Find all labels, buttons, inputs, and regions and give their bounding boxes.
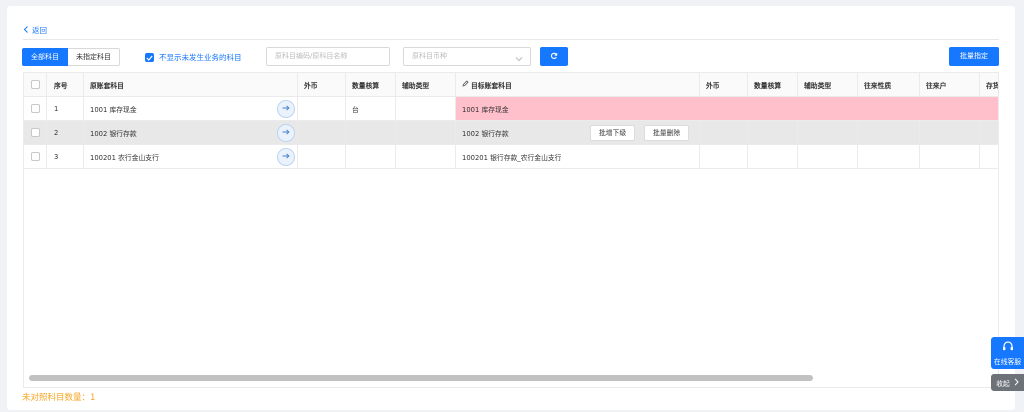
row-aux2	[798, 121, 858, 144]
table-row[interactable]: 3 100201 农行金山支行 100201 银行存款_农行金山支行	[24, 145, 998, 169]
chevron-down-icon	[515, 52, 523, 69]
online-service-button[interactable]: 在线客服	[991, 337, 1024, 369]
header-party: 往来户	[920, 73, 980, 96]
account-filter-tabs: 全部科目 未指定科目	[22, 48, 120, 66]
row-qty: 台	[346, 97, 396, 120]
row-qty	[346, 145, 396, 168]
main-card: 返回 全部科目 未指定科目 不显示未发生业务的科目 原科目编码/原科目名称 原科…	[7, 6, 1015, 410]
row-aux	[396, 97, 456, 120]
table-row[interactable]: 1 1001 库存现金 台 1001 库存现金	[24, 97, 998, 121]
header-nature: 往来性质	[858, 73, 920, 96]
headset-icon	[1002, 340, 1014, 354]
row-aux	[396, 145, 456, 168]
chevron-left-icon	[23, 26, 29, 35]
refresh-button[interactable]	[540, 47, 568, 66]
header-select-all[interactable]	[24, 73, 47, 96]
row-party	[920, 145, 980, 168]
map-arrow-button[interactable]	[277, 124, 295, 142]
map-arrow-button[interactable]	[277, 148, 295, 166]
row-target-account[interactable]: 1001 库存现金	[456, 97, 998, 120]
arrow-right-icon	[282, 105, 290, 113]
row-aux2	[798, 145, 858, 168]
header-stock: 存货	[986, 81, 999, 90]
checkbox-icon[interactable]	[31, 128, 40, 137]
back-label: 返回	[32, 26, 47, 35]
row-seq: 3	[47, 145, 84, 168]
currency-placeholder: 原科目币种	[412, 52, 447, 60]
table-header: 序号 原账套科目 外币 数量核算 辅助类型 目标账套科目 外币 数量核算 辅助类…	[24, 73, 999, 97]
row-party	[920, 121, 980, 144]
row-source-account: 1001 库存现金	[84, 97, 298, 120]
currency-select[interactable]: 原科目币种	[403, 47, 531, 66]
checkbox-icon[interactable]	[31, 104, 40, 113]
row-fx	[298, 97, 346, 120]
chevron-right-icon	[1014, 377, 1019, 388]
tab-all-accounts[interactable]: 全部科目	[22, 48, 68, 66]
header-fx2: 外币	[700, 73, 748, 96]
online-service-label: 在线客服	[993, 357, 1022, 366]
checkbox-icon[interactable]	[31, 80, 40, 89]
collapse-button[interactable]: 收起	[991, 374, 1024, 391]
table-row[interactable]: 2 1002 银行存款 1002 银行存款 批增下级 批量删除	[24, 121, 998, 145]
hide-unused-label: 不显示未发生业务的科目	[159, 53, 242, 62]
row-fx	[298, 121, 346, 144]
row-target-account[interactable]: 100201 银行存款_农行金山支行	[456, 145, 700, 168]
back-link[interactable]: 返回	[23, 25, 47, 36]
collapse-label: 收起	[996, 379, 1010, 388]
batch-delete-button[interactable]: 批量删除	[644, 125, 690, 141]
row-nature	[858, 121, 920, 144]
row-qty2	[748, 145, 798, 168]
header-qty: 数量核算	[346, 73, 396, 96]
row-seq: 2	[47, 121, 84, 144]
map-arrow-button[interactable]	[277, 100, 295, 118]
row-checkbox[interactable]	[24, 121, 47, 144]
search-input[interactable]: 原科目编码/原科目名称	[266, 47, 390, 66]
row-aux	[396, 121, 456, 144]
row-qty	[346, 121, 396, 144]
arrow-right-icon	[282, 153, 290, 161]
row-stock	[980, 121, 998, 144]
row-fx2	[700, 121, 748, 144]
hide-unused-toggle[interactable]: 不显示未发生业务的科目	[145, 52, 242, 63]
toolbar: 全部科目 未指定科目 不显示未发生业务的科目 原科目编码/原科目名称 原科目币种…	[22, 47, 999, 67]
header-source-account: 原账套科目	[84, 73, 298, 96]
header-fx: 外币	[298, 73, 346, 96]
horizontal-scrollbar[interactable]	[29, 375, 813, 381]
checkbox-checked-icon[interactable]	[145, 53, 154, 62]
row-stock	[980, 145, 998, 168]
row-checkbox[interactable]	[24, 145, 47, 168]
checkbox-icon[interactable]	[31, 152, 40, 161]
row-checkbox[interactable]	[24, 97, 47, 120]
row-fx	[298, 145, 346, 168]
batch-assign-button[interactable]: 批量指定	[949, 47, 999, 66]
header-aux2: 辅助类型	[798, 73, 858, 96]
divider	[23, 39, 999, 40]
row-nature	[858, 145, 920, 168]
header-qty2: 数量核算	[748, 73, 798, 96]
header-target-account-label: 目标账套科目	[471, 81, 512, 90]
row-qty2	[748, 121, 798, 144]
batch-add-sub-button[interactable]: 批增下级	[590, 125, 636, 141]
edit-icon	[462, 80, 469, 89]
row-source-account: 1002 银行存款	[84, 121, 298, 144]
row-source-account: 100201 农行金山支行	[84, 145, 298, 168]
row-seq: 1	[47, 97, 84, 120]
arrow-right-icon	[282, 129, 290, 137]
header-target-account: 目标账套科目	[456, 73, 700, 96]
tab-unassigned-accounts[interactable]: 未指定科目	[68, 48, 120, 66]
header-seq: 序号	[47, 73, 84, 96]
header-aux: 辅助类型	[396, 73, 456, 96]
account-mapping-table: 序号 原账套科目 外币 数量核算 辅助类型 目标账套科目 外币 数量核算 辅助类…	[23, 72, 999, 388]
unmatched-count: 未对照科目数量：1	[22, 393, 96, 403]
row-fx2	[700, 145, 748, 168]
refresh-icon	[550, 52, 558, 62]
